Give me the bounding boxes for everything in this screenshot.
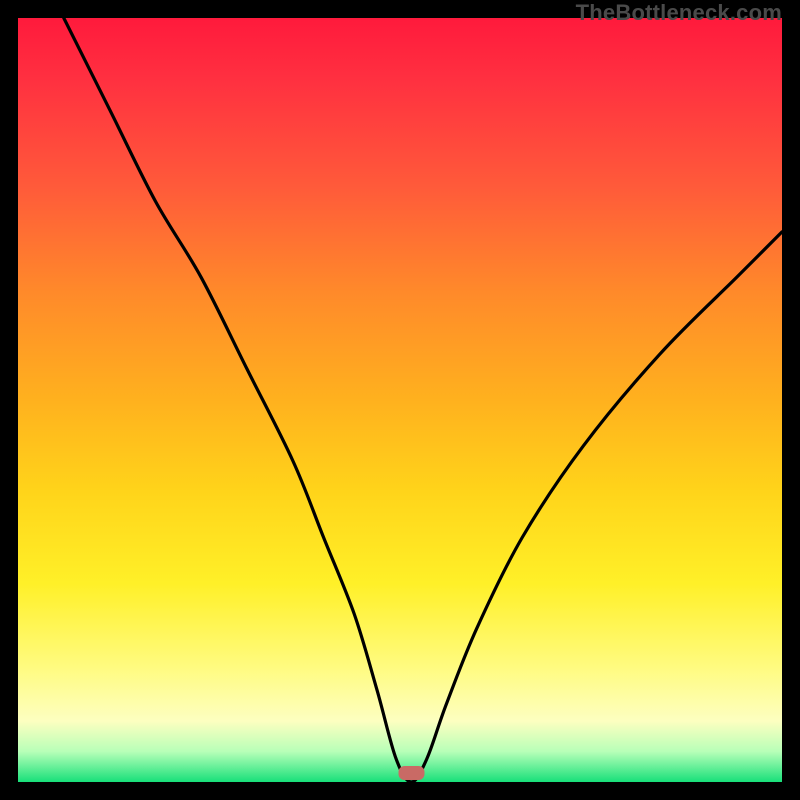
curve-path — [64, 18, 782, 782]
min-marker — [399, 766, 425, 780]
chart-frame: TheBottleneck.com — [0, 0, 800, 800]
bottleneck-curve — [18, 18, 782, 782]
plot-area — [18, 18, 782, 782]
attribution-label: TheBottleneck.com — [576, 0, 782, 26]
